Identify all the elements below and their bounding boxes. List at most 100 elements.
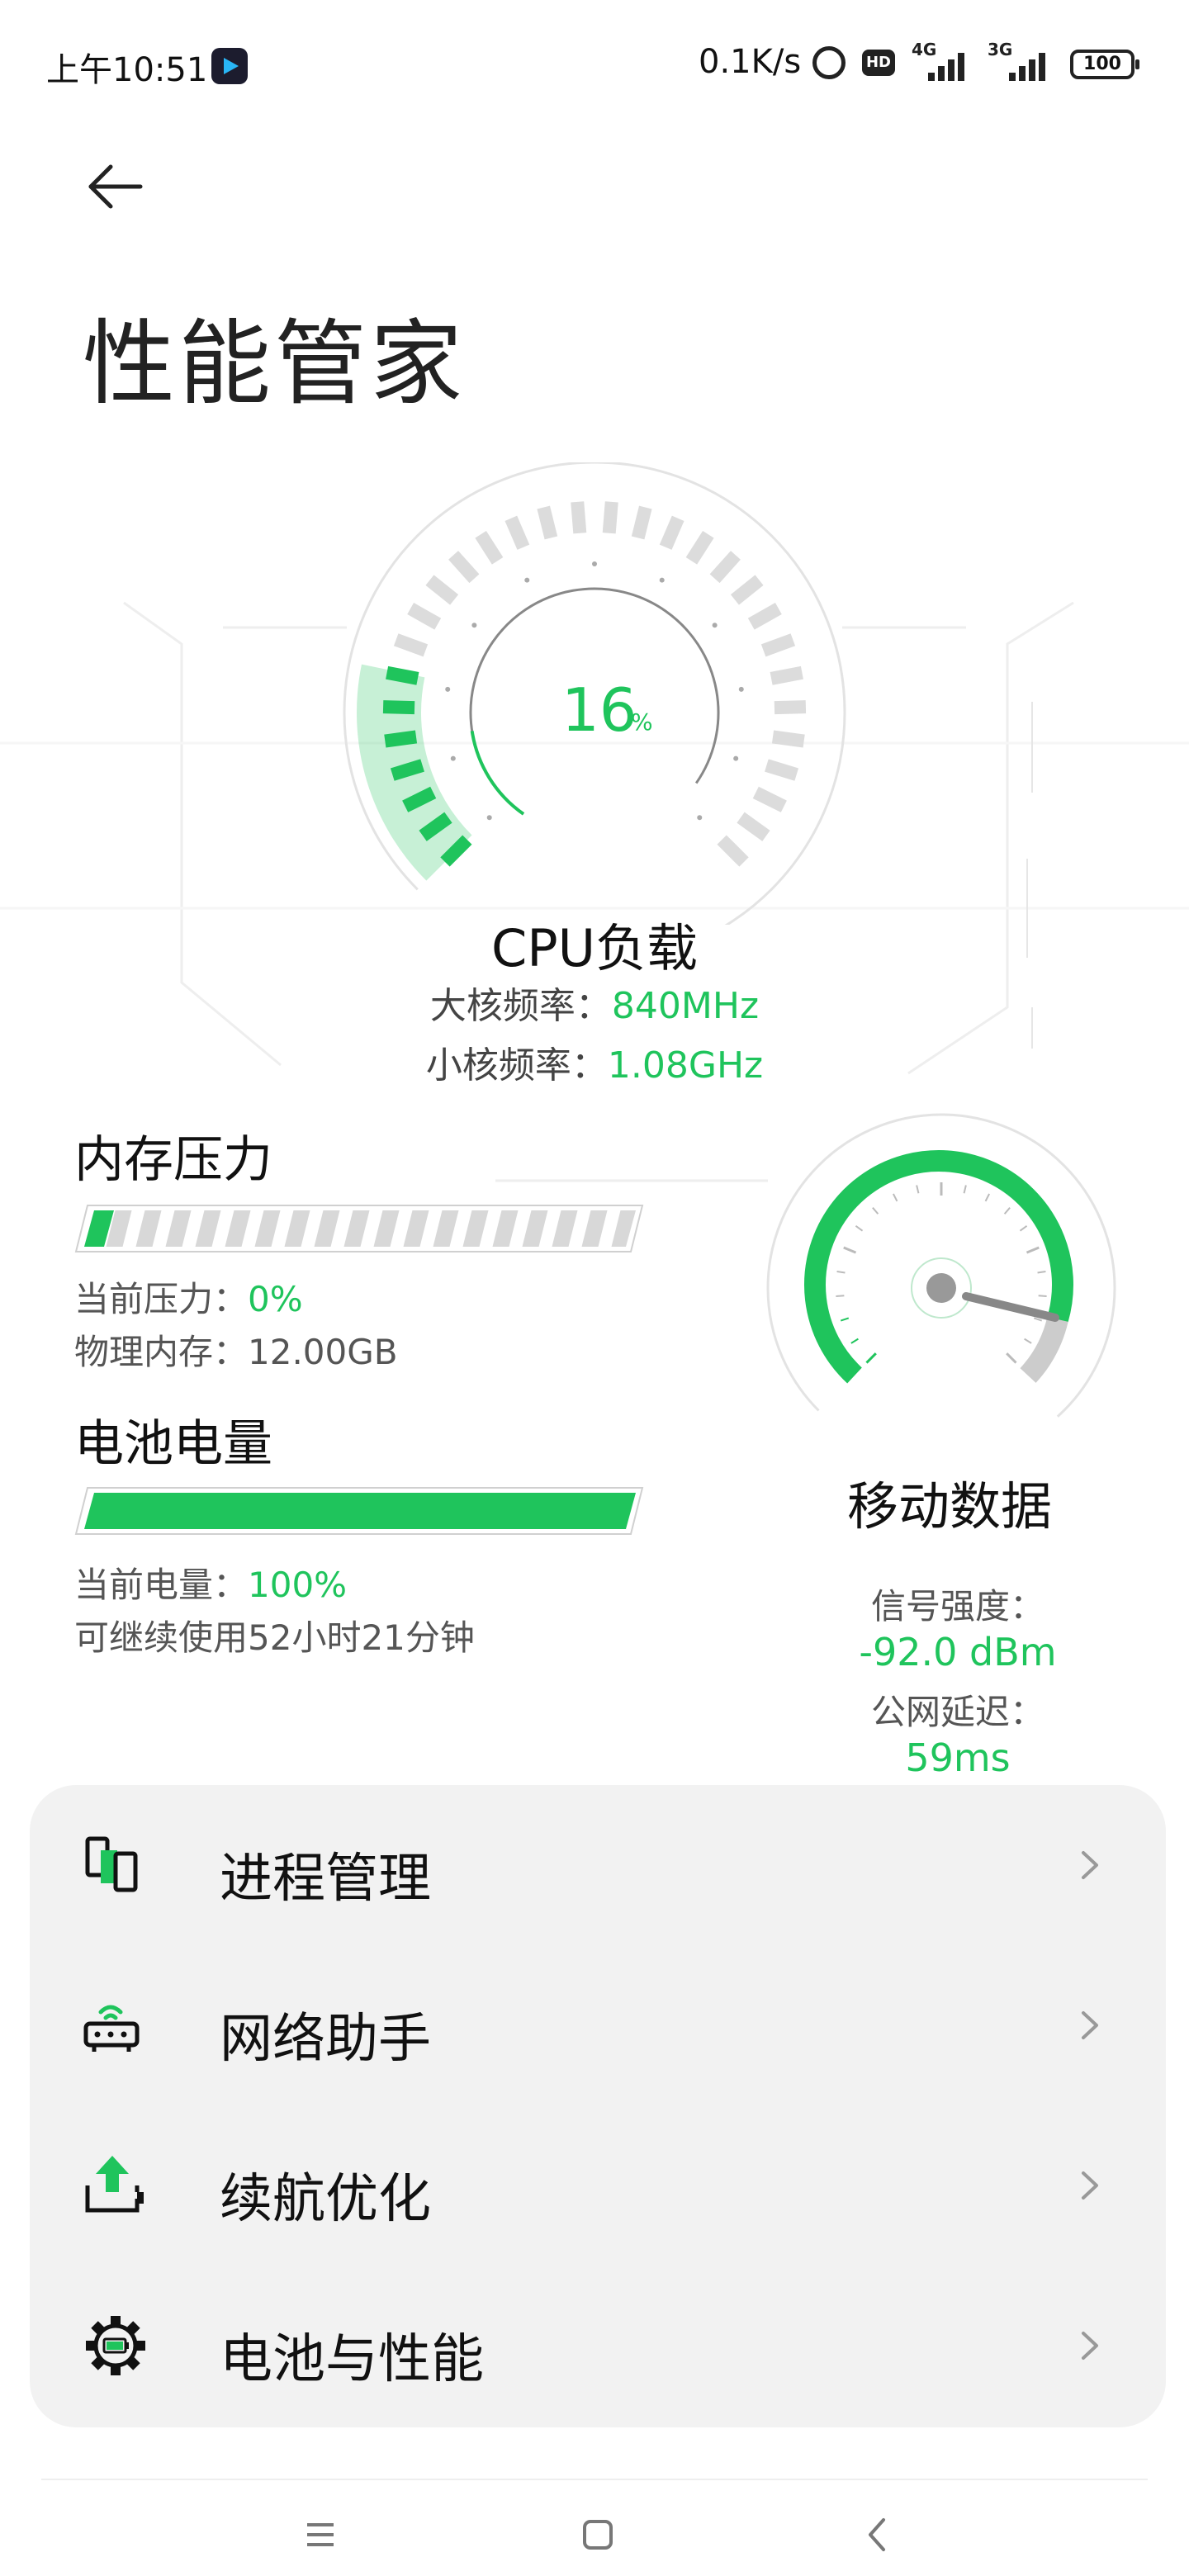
recent-apps-button[interactable] [271,2502,370,2568]
cpu-gauge-segment [717,835,749,867]
signal-strength-label: 信号强度： [870,1586,1045,1627]
cpu-load-label: CPU负载 [490,918,699,978]
nav-divider [41,2479,1148,2480]
cpu-gauge-segment [685,530,714,565]
cpu-gauge-segment [765,759,799,781]
chevron-right-icon [1082,1851,1098,1879]
menu-icon [307,2523,334,2546]
cpu-gauge-segment [571,501,587,534]
network-speed: 0.1K/s [699,43,802,81]
memory-pressure-bar [74,1205,644,1252]
cpu-gauge-segment [709,551,741,584]
cpu-gauge-segment [475,530,504,565]
cpu-gauge-segment [407,603,442,630]
process-icon [85,1836,138,1892]
menu-item-network-assistant[interactable]: 网络助手 [30,1945,1166,2105]
signal-icon [928,48,976,81]
back-button[interactable] [79,157,145,223]
cpu-gauge-segment [760,633,796,657]
speed-gauge-tick [855,1224,864,1232]
battery-boost-icon [85,2156,144,2213]
cpu-gauge-segment [448,551,480,584]
chevron-right-icon [1082,2011,1098,2039]
speed-gauge-tick [850,1338,859,1344]
speed-gauge-tick [865,1352,877,1364]
menu-item-label: 进程管理 [220,1849,431,1910]
latency-value: 59ms [905,1735,1011,1780]
signal-strength-value: -92.0 dBm [859,1630,1057,1674]
pressure-label: 当前压力： [74,1279,249,1319]
tools-menu: 进程管理 网络助手 续航优化 电池与性能 [30,1785,1166,2427]
home-icon [583,2520,613,2550]
menu-item-label: 续航优化 [220,2169,431,2230]
menu-item-battery-performance[interactable]: 电池与性能 [30,2266,1166,2426]
cpu-gauge-segment [771,730,805,748]
cpu-gauge-dot [445,686,451,692]
cpu-gauge-segment [631,505,652,540]
cpu-gauge-dot [524,577,530,583]
battery-gear-icon [86,2316,145,2375]
cpu-gauge-segment [770,665,803,685]
pressure-value: 0% [248,1279,303,1319]
small-core-frequency: 小核频率：1.08GHz [330,1035,859,1088]
small-core-label: 小核频率： [425,1044,608,1087]
speed-gauge-tick [1006,1352,1017,1364]
cpu-gauge-dot [450,755,456,761]
speed-gauge-tick [1026,1246,1040,1254]
system-back-button[interactable] [827,2502,926,2568]
cpu-gauge-segment [730,575,764,605]
mobile-data-title: 移动数据 [846,1476,1052,1537]
cpu-gauge-dot [712,623,718,628]
physical-memory-label: 物理内存： [74,1332,249,1372]
big-core-value: 840MHz [611,985,760,1027]
speed-gauge-tick [872,1207,879,1215]
cpu-gauge-segment [737,812,770,841]
battery-level-bar [74,1487,644,1535]
status-time: 上午10:51 [46,51,208,89]
speed-gauge-tick [836,1295,845,1298]
cpu-gauge-segment [393,633,429,657]
hd-icon: HD [862,50,895,76]
menu-item-process-management[interactable]: 进程管理 [30,1785,1166,1945]
home-button[interactable] [548,2502,647,2568]
speed-gauge-tick [1024,1338,1032,1344]
cpu-gauge-segment [752,786,787,812]
latency-label: 公网延迟： [870,1692,1045,1732]
speed-gauge-tick [1003,1207,1011,1215]
speed-gauge-tick [1033,1317,1043,1322]
battery-icon: 100 [1070,50,1139,79]
menu-item-label: 网络助手 [220,2009,431,2070]
mobile-data-gauge [766,1113,1116,1437]
cpu-gauge-segment [774,700,807,715]
speed-gauge-tick [963,1185,967,1194]
alarm-icon [812,46,846,79]
cpu-load-unit: % [631,708,653,736]
cpu-gauge-segment [425,575,459,605]
router-icon [83,2005,140,2052]
battery-remaining-time: 可继续使用52小时21分钟 [74,1617,475,1658]
cpu-gauge-dot [738,686,744,692]
menu-item-battery-optimization[interactable]: 续航优化 [30,2105,1166,2266]
speed-gauge-tick [843,1246,857,1254]
cpu-gauge-segment [537,505,558,540]
back-icon [869,2518,885,2551]
battery-level-title: 电池电量 [74,1415,272,1473]
speed-gauge-tick [984,1193,991,1202]
cpu-gauge-dot [733,755,739,761]
cpu-gauge-dot [486,815,492,821]
status-bar: 上午10:51 0.1K/s HD 4G 3G 100 [0,0,1189,132]
cpu-gauge-segment [602,501,618,534]
battery-level-fill [84,1493,636,1529]
battery-current-level: 当前电量：100% [74,1557,347,1608]
big-core-frequency: 大核频率：840MHz [330,976,859,1029]
speed-gauge-tick [1019,1224,1028,1232]
cpu-load-value: 16 [561,675,637,745]
cpu-gauge-segment [659,515,685,550]
physical-memory-value: 12.00GB [248,1332,398,1372]
chevron-right-icon [1082,2171,1098,2200]
page-title: 性能管家 [83,310,466,418]
cpu-gauge-segment [504,515,530,550]
cpu-gauge-dot [471,623,477,628]
big-core-label: 大核频率： [429,985,612,1027]
memory-physical: 物理内存：12.00GB [74,1324,398,1375]
